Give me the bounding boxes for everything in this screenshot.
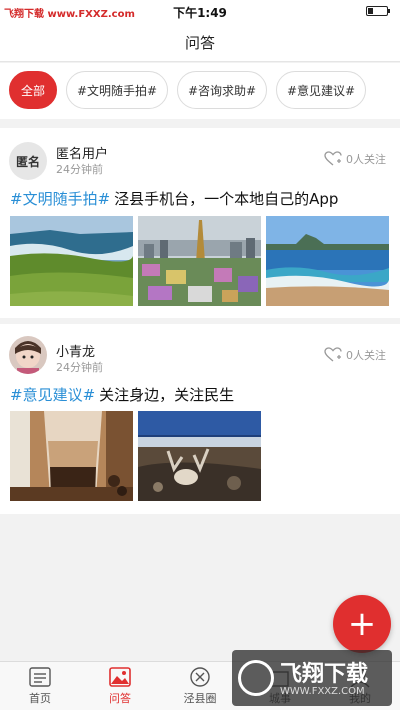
add-question-button[interactable]: +	[333, 595, 391, 653]
tab-home[interactable]: 首页	[0, 666, 80, 706]
follow-count: 0人关注	[346, 349, 386, 362]
watermark-mark-icon	[238, 660, 274, 696]
heart-follow-icon	[324, 151, 342, 166]
latte-glass-photo[interactable]	[10, 411, 133, 501]
filter-chip-civility-photo[interactable]: #文明随手拍#	[66, 71, 168, 109]
compass-icon	[190, 667, 210, 687]
question-tag[interactable]: #意见建议#	[10, 386, 95, 404]
post-card[interactable]: 小青龙 24分钟前 0人关注 #意见建议# 关注身边，关注民生	[0, 324, 400, 514]
beach-waves-photo[interactable]	[266, 216, 389, 306]
watermark-logo-url: WWW.FXXZ.COM	[280, 686, 365, 697]
post-card[interactable]: 匿名 匿名用户 24分钟前 0人关注 #文明随手拍# 泾县手机台，一个本地自己的A…	[0, 128, 400, 318]
follow-button[interactable]: 0人关注	[324, 151, 386, 167]
follow-button[interactable]: 0人关注	[324, 347, 386, 363]
filter-chip-all[interactable]: 全部	[9, 71, 57, 109]
tab-qa[interactable]: 问答	[80, 666, 160, 706]
child-avatar-photo	[9, 336, 47, 374]
news-icon	[29, 667, 51, 687]
tab-circle[interactable]: 泾县圈	[160, 666, 240, 706]
question-line[interactable]: #意见建议# 关注身边，关注民生	[10, 384, 234, 405]
filter-bar: 全部 #文明随手拍# #咨询求助# #意见建议#	[0, 63, 400, 119]
image-icon	[109, 667, 131, 687]
status-bar: 飞翔下载 www.FXXZ.com 下午1:49	[0, 0, 400, 22]
avatar[interactable]: 匿名	[9, 142, 47, 180]
coast-meadow-photo[interactable]	[10, 216, 133, 306]
follow-count: 0人关注	[346, 153, 386, 166]
question-line[interactable]: #文明随手拍# 泾县手机台，一个本地自己的App	[10, 188, 338, 209]
post-time: 24分钟前	[56, 361, 103, 374]
question-tag[interactable]: #文明随手拍#	[10, 190, 110, 208]
battery-icon	[366, 6, 390, 16]
page-title: 问答	[184, 34, 215, 52]
watermark-logo: 飞翔下载 WWW.FXXZ.COM	[232, 650, 392, 706]
city-tower-photo[interactable]	[138, 216, 261, 306]
avatar[interactable]	[9, 336, 47, 374]
filter-chip-consult-help[interactable]: #咨询求助#	[177, 71, 267, 109]
question-title: 关注身边，关注民生	[99, 386, 235, 404]
tab-label: 泾县圈	[183, 692, 217, 705]
user-name[interactable]: 小青龙	[56, 341, 95, 360]
tab-label: 问答	[109, 692, 131, 705]
status-time: 下午1:49	[173, 6, 227, 20]
watermark-logo-text: 飞翔下载	[280, 662, 369, 687]
question-title: 泾县手机台，一个本地自己的App	[114, 190, 339, 208]
tab-label: 首页	[29, 692, 51, 705]
post-time: 24分钟前	[56, 163, 103, 176]
user-name[interactable]: 匿名用户	[56, 143, 108, 162]
nav-bar: 问答	[0, 22, 400, 62]
heart-follow-icon	[324, 347, 342, 362]
antler-skull-photo[interactable]	[138, 411, 261, 501]
filter-chip-suggestion[interactable]: #意见建议#	[276, 71, 366, 109]
